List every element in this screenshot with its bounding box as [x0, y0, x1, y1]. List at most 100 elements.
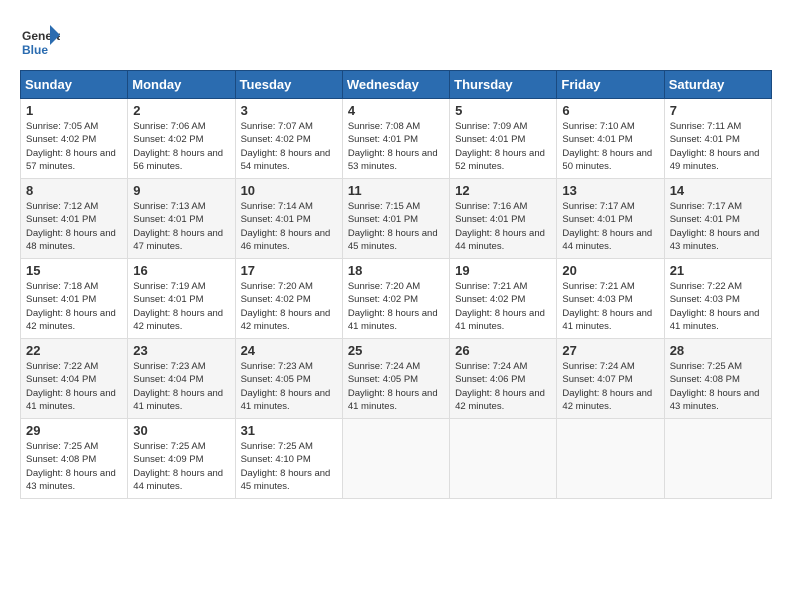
calendar-cell: 10 Sunrise: 7:14 AM Sunset: 4:01 PM Dayl… [235, 179, 342, 259]
calendar-cell: 13 Sunrise: 7:17 AM Sunset: 4:01 PM Dayl… [557, 179, 664, 259]
weekday-header-wednesday: Wednesday [342, 71, 449, 99]
day-number: 31 [241, 423, 337, 438]
day-number: 6 [562, 103, 658, 118]
page-header: General Blue [20, 20, 772, 60]
day-info: Sunrise: 7:05 AM Sunset: 4:02 PM Dayligh… [26, 120, 122, 173]
day-info: Sunrise: 7:21 AM Sunset: 4:03 PM Dayligh… [562, 280, 658, 333]
day-number: 10 [241, 183, 337, 198]
day-number: 27 [562, 343, 658, 358]
calendar-cell: 11 Sunrise: 7:15 AM Sunset: 4:01 PM Dayl… [342, 179, 449, 259]
day-info: Sunrise: 7:13 AM Sunset: 4:01 PM Dayligh… [133, 200, 229, 253]
calendar-cell: 1 Sunrise: 7:05 AM Sunset: 4:02 PM Dayli… [21, 99, 128, 179]
day-info: Sunrise: 7:23 AM Sunset: 4:05 PM Dayligh… [241, 360, 337, 413]
day-info: Sunrise: 7:09 AM Sunset: 4:01 PM Dayligh… [455, 120, 551, 173]
day-number: 12 [455, 183, 551, 198]
weekday-header-thursday: Thursday [450, 71, 557, 99]
calendar-week-row: 8 Sunrise: 7:12 AM Sunset: 4:01 PM Dayli… [21, 179, 772, 259]
day-number: 20 [562, 263, 658, 278]
calendar-table: SundayMondayTuesdayWednesdayThursdayFrid… [20, 70, 772, 499]
day-number: 7 [670, 103, 766, 118]
calendar-week-row: 15 Sunrise: 7:18 AM Sunset: 4:01 PM Dayl… [21, 259, 772, 339]
day-number: 30 [133, 423, 229, 438]
calendar-cell [342, 419, 449, 499]
day-number: 18 [348, 263, 444, 278]
day-number: 9 [133, 183, 229, 198]
day-number: 29 [26, 423, 122, 438]
svg-text:Blue: Blue [22, 43, 48, 57]
calendar-cell: 30 Sunrise: 7:25 AM Sunset: 4:09 PM Dayl… [128, 419, 235, 499]
day-info: Sunrise: 7:17 AM Sunset: 4:01 PM Dayligh… [670, 200, 766, 253]
calendar-cell: 31 Sunrise: 7:25 AM Sunset: 4:10 PM Dayl… [235, 419, 342, 499]
day-info: Sunrise: 7:25 AM Sunset: 4:09 PM Dayligh… [133, 440, 229, 493]
day-info: Sunrise: 7:24 AM Sunset: 4:07 PM Dayligh… [562, 360, 658, 413]
calendar-cell: 5 Sunrise: 7:09 AM Sunset: 4:01 PM Dayli… [450, 99, 557, 179]
weekday-header-saturday: Saturday [664, 71, 771, 99]
day-info: Sunrise: 7:17 AM Sunset: 4:01 PM Dayligh… [562, 200, 658, 253]
day-info: Sunrise: 7:19 AM Sunset: 4:01 PM Dayligh… [133, 280, 229, 333]
day-info: Sunrise: 7:23 AM Sunset: 4:04 PM Dayligh… [133, 360, 229, 413]
logo-icon: General Blue [20, 20, 60, 60]
calendar-cell: 6 Sunrise: 7:10 AM Sunset: 4:01 PM Dayli… [557, 99, 664, 179]
day-info: Sunrise: 7:22 AM Sunset: 4:03 PM Dayligh… [670, 280, 766, 333]
day-info: Sunrise: 7:11 AM Sunset: 4:01 PM Dayligh… [670, 120, 766, 173]
weekday-header-friday: Friday [557, 71, 664, 99]
calendar-cell: 15 Sunrise: 7:18 AM Sunset: 4:01 PM Dayl… [21, 259, 128, 339]
calendar-week-row: 22 Sunrise: 7:22 AM Sunset: 4:04 PM Dayl… [21, 339, 772, 419]
day-info: Sunrise: 7:22 AM Sunset: 4:04 PM Dayligh… [26, 360, 122, 413]
weekday-header-tuesday: Tuesday [235, 71, 342, 99]
day-number: 17 [241, 263, 337, 278]
day-number: 5 [455, 103, 551, 118]
calendar-body: 1 Sunrise: 7:05 AM Sunset: 4:02 PM Dayli… [21, 99, 772, 499]
day-info: Sunrise: 7:07 AM Sunset: 4:02 PM Dayligh… [241, 120, 337, 173]
calendar-cell: 25 Sunrise: 7:24 AM Sunset: 4:05 PM Dayl… [342, 339, 449, 419]
day-number: 21 [670, 263, 766, 278]
day-number: 26 [455, 343, 551, 358]
day-number: 15 [26, 263, 122, 278]
day-info: Sunrise: 7:12 AM Sunset: 4:01 PM Dayligh… [26, 200, 122, 253]
calendar-cell: 2 Sunrise: 7:06 AM Sunset: 4:02 PM Dayli… [128, 99, 235, 179]
day-number: 14 [670, 183, 766, 198]
calendar-cell [450, 419, 557, 499]
day-number: 24 [241, 343, 337, 358]
calendar-week-row: 29 Sunrise: 7:25 AM Sunset: 4:08 PM Dayl… [21, 419, 772, 499]
day-info: Sunrise: 7:21 AM Sunset: 4:02 PM Dayligh… [455, 280, 551, 333]
calendar-cell: 19 Sunrise: 7:21 AM Sunset: 4:02 PM Dayl… [450, 259, 557, 339]
calendar-header-row: SundayMondayTuesdayWednesdayThursdayFrid… [21, 71, 772, 99]
calendar-cell: 17 Sunrise: 7:20 AM Sunset: 4:02 PM Dayl… [235, 259, 342, 339]
day-number: 1 [26, 103, 122, 118]
day-info: Sunrise: 7:25 AM Sunset: 4:08 PM Dayligh… [670, 360, 766, 413]
day-info: Sunrise: 7:25 AM Sunset: 4:08 PM Dayligh… [26, 440, 122, 493]
day-info: Sunrise: 7:24 AM Sunset: 4:05 PM Dayligh… [348, 360, 444, 413]
day-info: Sunrise: 7:14 AM Sunset: 4:01 PM Dayligh… [241, 200, 337, 253]
day-info: Sunrise: 7:24 AM Sunset: 4:06 PM Dayligh… [455, 360, 551, 413]
calendar-cell: 16 Sunrise: 7:19 AM Sunset: 4:01 PM Dayl… [128, 259, 235, 339]
calendar-cell: 26 Sunrise: 7:24 AM Sunset: 4:06 PM Dayl… [450, 339, 557, 419]
calendar-cell: 18 Sunrise: 7:20 AM Sunset: 4:02 PM Dayl… [342, 259, 449, 339]
calendar-week-row: 1 Sunrise: 7:05 AM Sunset: 4:02 PM Dayli… [21, 99, 772, 179]
calendar-cell: 3 Sunrise: 7:07 AM Sunset: 4:02 PM Dayli… [235, 99, 342, 179]
day-info: Sunrise: 7:08 AM Sunset: 4:01 PM Dayligh… [348, 120, 444, 173]
day-info: Sunrise: 7:25 AM Sunset: 4:10 PM Dayligh… [241, 440, 337, 493]
day-number: 19 [455, 263, 551, 278]
day-number: 13 [562, 183, 658, 198]
day-info: Sunrise: 7:10 AM Sunset: 4:01 PM Dayligh… [562, 120, 658, 173]
day-info: Sunrise: 7:20 AM Sunset: 4:02 PM Dayligh… [348, 280, 444, 333]
day-info: Sunrise: 7:15 AM Sunset: 4:01 PM Dayligh… [348, 200, 444, 253]
calendar-cell: 7 Sunrise: 7:11 AM Sunset: 4:01 PM Dayli… [664, 99, 771, 179]
day-info: Sunrise: 7:18 AM Sunset: 4:01 PM Dayligh… [26, 280, 122, 333]
day-number: 25 [348, 343, 444, 358]
calendar-cell: 21 Sunrise: 7:22 AM Sunset: 4:03 PM Dayl… [664, 259, 771, 339]
calendar-cell: 22 Sunrise: 7:22 AM Sunset: 4:04 PM Dayl… [21, 339, 128, 419]
calendar-cell: 20 Sunrise: 7:21 AM Sunset: 4:03 PM Dayl… [557, 259, 664, 339]
day-number: 11 [348, 183, 444, 198]
weekday-header-monday: Monday [128, 71, 235, 99]
calendar-cell: 9 Sunrise: 7:13 AM Sunset: 4:01 PM Dayli… [128, 179, 235, 259]
day-number: 22 [26, 343, 122, 358]
calendar-cell: 14 Sunrise: 7:17 AM Sunset: 4:01 PM Dayl… [664, 179, 771, 259]
day-number: 23 [133, 343, 229, 358]
calendar-cell: 23 Sunrise: 7:23 AM Sunset: 4:04 PM Dayl… [128, 339, 235, 419]
weekday-header-sunday: Sunday [21, 71, 128, 99]
day-number: 16 [133, 263, 229, 278]
day-number: 28 [670, 343, 766, 358]
calendar-cell: 27 Sunrise: 7:24 AM Sunset: 4:07 PM Dayl… [557, 339, 664, 419]
